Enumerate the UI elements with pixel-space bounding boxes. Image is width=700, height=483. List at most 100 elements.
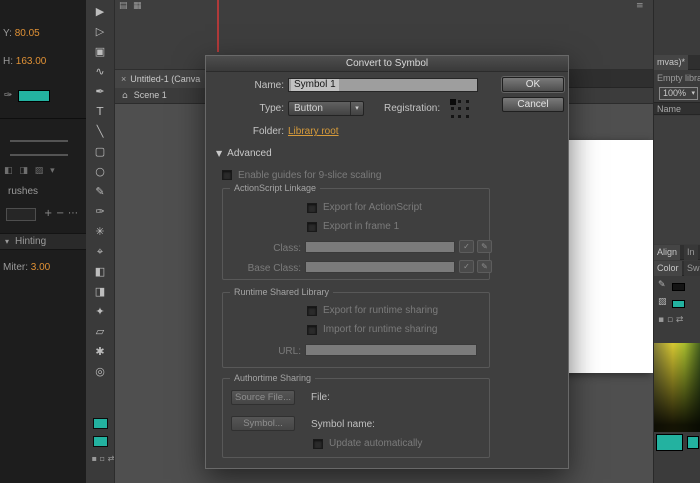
authortime-sharing-title: Authortime Sharing (230, 373, 315, 383)
symbol-button[interactable]: Symbol... (231, 416, 295, 431)
timeline-playhead[interactable] (217, 0, 219, 52)
zoom-tool[interactable]: ◎ (86, 362, 114, 382)
slice-guides-checkbox[interactable] (222, 170, 232, 180)
export-runtime-sharing-label: Export for runtime sharing (323, 305, 438, 316)
tools-panel: ▶ ▷ ▣ ∿ ✒ T ╲ ▢ ○ ✎ ✑ ✳ ⌖ ◧ ◨ ✦ ▱ ✱ ◎ ▪ … (86, 0, 115, 483)
cancel-button[interactable]: Cancel (502, 97, 564, 112)
export-runtime-sharing-checkbox[interactable] (307, 306, 317, 316)
ink-bottle-tool[interactable]: ◨ (86, 282, 114, 302)
brush-menu-icon[interactable]: ⋯ (68, 208, 78, 219)
default-swap-color-icons[interactable]: ▪ ▫ ⇄ (658, 315, 683, 325)
registration-dot (451, 115, 454, 118)
trash-icon[interactable]: ▦ (133, 1, 142, 11)
registration-dot-selected (450, 99, 456, 105)
fill-color-swatch[interactable] (18, 90, 50, 102)
eraser-tool[interactable]: ▱ (86, 322, 114, 342)
type-dropdown[interactable]: Button ▾ (288, 101, 364, 116)
library-list (654, 116, 700, 244)
class-input[interactable] (305, 241, 455, 253)
rectangle-tool[interactable]: ▢ (86, 142, 114, 162)
lasso-tool[interactable]: ∿ (86, 62, 114, 82)
source-file-button[interactable]: Source File... (231, 390, 295, 405)
document-tab[interactable]: ×Untitled-1 (Canva (115, 70, 215, 88)
zoom-value: 100% (663, 88, 686, 98)
oval-tool[interactable]: ○ (86, 162, 114, 182)
registration-dot (458, 115, 461, 118)
chevron-down-icon: ▾ (691, 88, 695, 99)
class-label: Class: (231, 243, 301, 254)
runtime-shared-library-group: Runtime Shared Library Export for runtim… (222, 292, 490, 368)
triangle-down-icon: ▼ (216, 149, 222, 158)
brush-tool[interactable]: ✑ (86, 202, 114, 222)
scene-breadcrumb[interactable]: Scene 1 (134, 90, 167, 100)
library-name-header[interactable]: Name (654, 102, 700, 115)
validate-base-class-button[interactable]: ✓ (459, 260, 474, 273)
right-dock-tab[interactable]: mvas)* (654, 55, 688, 70)
tab-close-icon[interactable]: × (121, 74, 126, 84)
subselection-tool[interactable]: ▷ (86, 22, 114, 42)
chevron-down-icon: ▾ (350, 102, 363, 115)
free-transform-tool[interactable]: ▣ (86, 42, 114, 62)
align-tab-row: Align In (654, 245, 700, 260)
base-class-input[interactable] (305, 261, 455, 273)
edit-class-button[interactable]: ✎ (477, 240, 492, 253)
stage-canvas[interactable] (555, 140, 653, 373)
folder-link[interactable]: Library root (288, 126, 339, 137)
tab-swatches[interactable]: Sw (684, 261, 700, 276)
line-tool[interactable]: ╲ (86, 122, 114, 142)
brush-preview (6, 208, 36, 221)
url-input[interactable] (305, 344, 477, 356)
tab-color[interactable]: Color (654, 261, 682, 276)
advanced-toggle[interactable]: ▼Advanced (216, 148, 272, 159)
export-in-frame-1-checkbox[interactable] (307, 222, 317, 232)
default-swap-color-icons[interactable]: ▪ ▫ ⇄ (89, 454, 117, 463)
color-swatch-small[interactable] (687, 436, 699, 449)
stroke-style-icons[interactable]: ◧ ◨ ▨ ▾ (4, 166, 57, 176)
registration-dot (458, 100, 461, 103)
type-label: Type: (214, 103, 284, 114)
folder-icon[interactable]: ▤ (119, 1, 128, 11)
hinting-dropdown[interactable]: ▾Hinting (0, 233, 86, 250)
text-tool[interactable]: T (86, 102, 114, 122)
update-automatically-checkbox[interactable] (313, 439, 323, 449)
selection-tool[interactable]: ▶ (86, 2, 114, 22)
import-runtime-sharing-checkbox[interactable] (307, 325, 317, 335)
fill-color-swatch[interactable] (93, 436, 108, 447)
registration-dot (466, 107, 469, 110)
stroke-color-swatch[interactable] (93, 418, 108, 429)
registration-dot (466, 100, 469, 103)
hand-tool[interactable]: ✱ (86, 342, 114, 362)
panel-menu-icon[interactable]: ≡ (636, 1, 644, 11)
y-value[interactable]: 80.05 (15, 28, 40, 39)
fill-color-icon[interactable]: ▨ (658, 297, 667, 307)
dialog-titlebar[interactable]: Convert to Symbol (206, 56, 568, 72)
add-brush-button[interactable]: + (44, 208, 52, 219)
color-picker-gradient[interactable] (654, 343, 700, 432)
fill-color-chip[interactable] (672, 300, 685, 308)
current-color-swatch[interactable] (656, 434, 683, 451)
ok-button[interactable]: OK (502, 77, 564, 92)
symbol-name-label: Symbol name: (311, 419, 375, 430)
miter-row: Miter: 3.00 (3, 262, 50, 273)
symbol-name-input[interactable]: Symbol 1 (288, 78, 478, 92)
export-for-actionscript-label: Export for ActionScript (323, 202, 422, 213)
miter-value[interactable]: 3.00 (31, 262, 50, 273)
bone-tool[interactable]: ⌖ (86, 242, 114, 262)
validate-class-button[interactable]: ✓ (459, 240, 474, 253)
eyedropper-tool[interactable]: ✦ (86, 302, 114, 322)
stroke-color-chip[interactable] (672, 283, 685, 291)
registration-grid[interactable] (449, 98, 471, 120)
zoom-dropdown[interactable]: 100% ▾ (659, 87, 698, 100)
tab-align[interactable]: Align (654, 245, 680, 260)
remove-brush-button[interactable]: − (56, 208, 64, 219)
stroke-color-icon[interactable]: ✎ (658, 280, 666, 290)
export-for-actionscript-checkbox[interactable] (307, 203, 317, 213)
h-value[interactable]: 163.00 (16, 56, 47, 67)
paint-bucket-tool[interactable]: ◧ (86, 262, 114, 282)
edit-base-class-button[interactable]: ✎ (477, 260, 492, 273)
pen-tool[interactable]: ✒ (86, 82, 114, 102)
symbol-name-value: Symbol 1 (291, 79, 339, 91)
deco-tool[interactable]: ✳ (86, 222, 114, 242)
pencil-tool[interactable]: ✎ (86, 182, 114, 202)
tab-info[interactable]: In (684, 245, 698, 260)
